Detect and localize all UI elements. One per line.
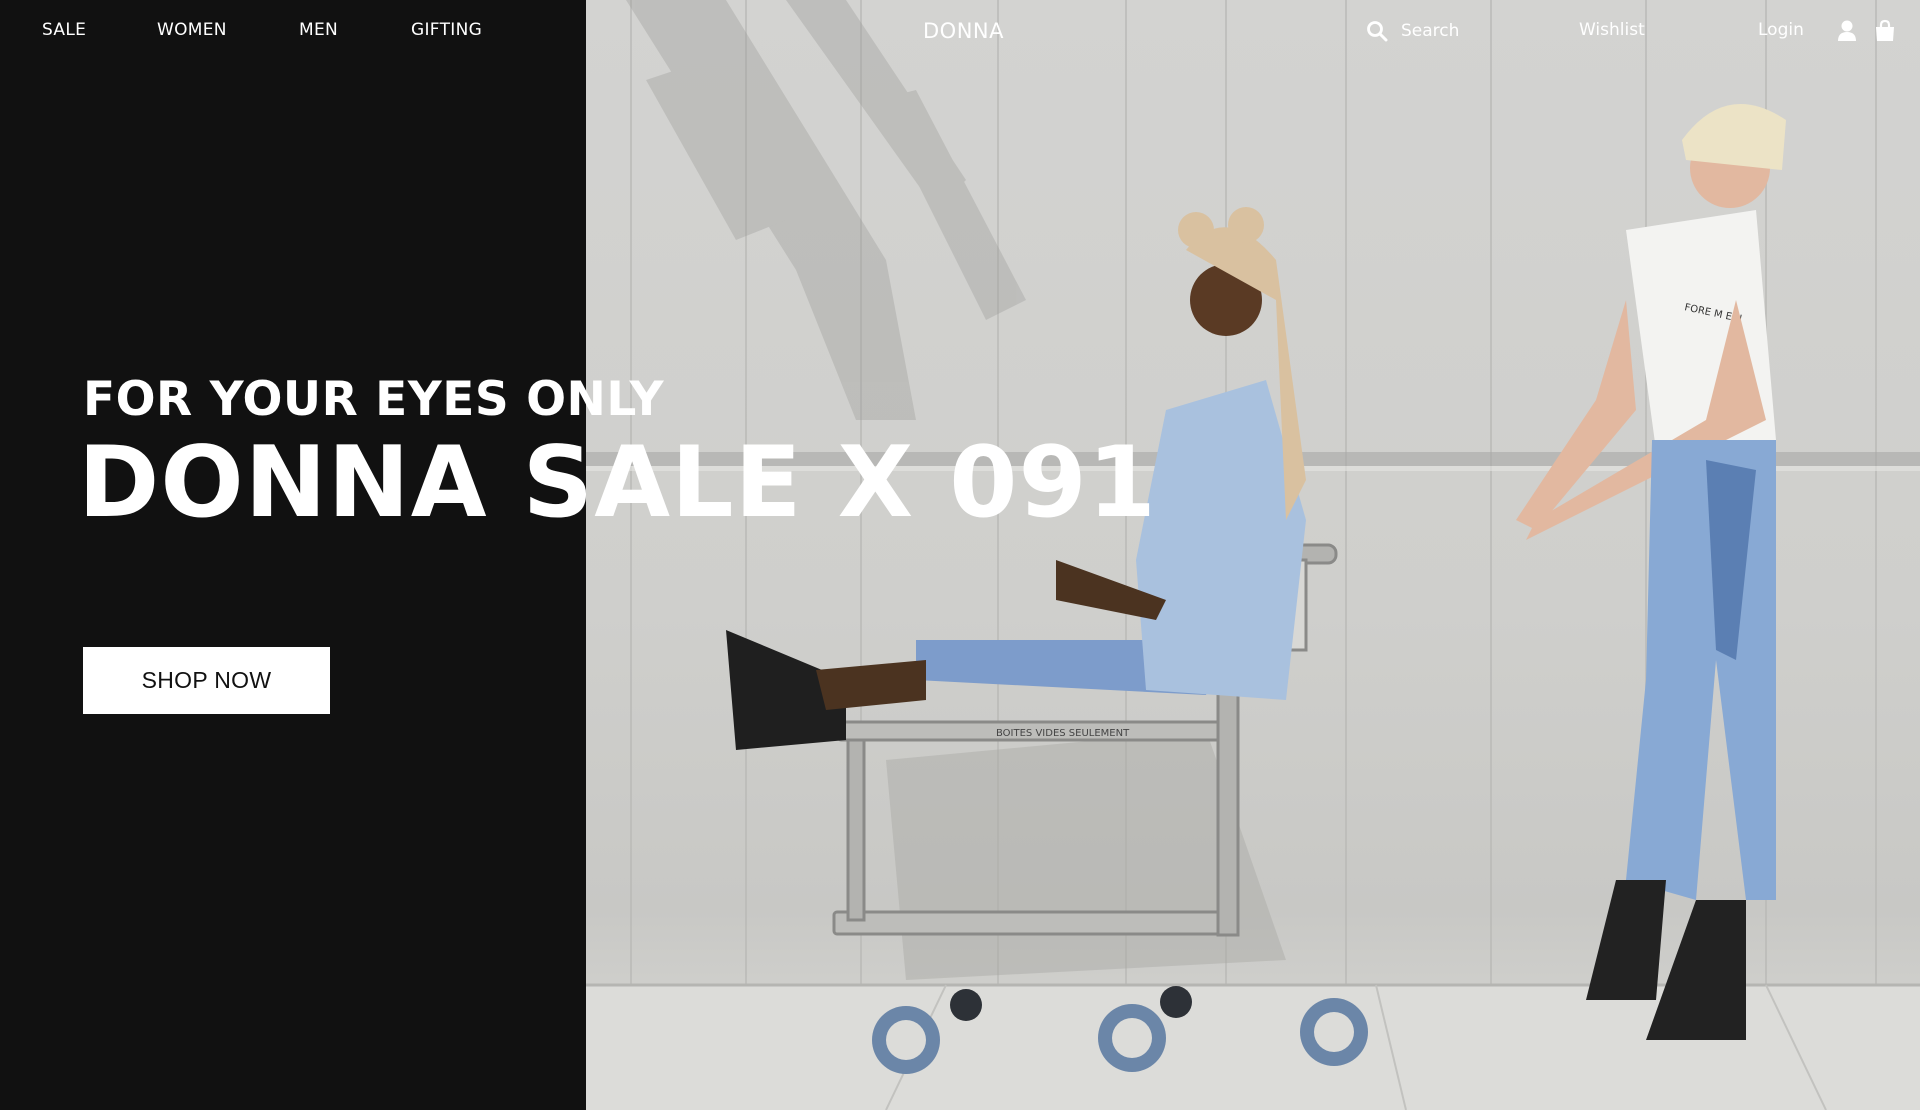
- shop-now-button[interactable]: SHOP NOW: [83, 647, 330, 714]
- cart-label-text: BOITES VIDES SEULEMENT: [996, 728, 1130, 739]
- shopping-bag-icon[interactable]: [1874, 19, 1896, 43]
- search-input[interactable]: [1401, 21, 1521, 41]
- login-link[interactable]: Login: [1758, 20, 1804, 40]
- nav-gifting[interactable]: GIFTING: [411, 20, 482, 40]
- search-icon[interactable]: [1366, 20, 1388, 42]
- nav-sale[interactable]: SALE: [42, 20, 86, 40]
- brand-logo[interactable]: DONNA: [923, 19, 1004, 43]
- hero-photo-illustration: BOITES VIDES SEULEMENT FORE M EUI: [586, 0, 1920, 1110]
- wishlist-link[interactable]: Wishlist: [1579, 20, 1645, 40]
- hero-title: DONNA SALE X 091: [78, 426, 1157, 540]
- nav-women[interactable]: WOMEN: [157, 20, 227, 40]
- left-dark-panel: [0, 0, 586, 1110]
- page: BOITES VIDES SEULEMENT FORE M EUI SALE W…: [0, 0, 1920, 1110]
- hero-image: BOITES VIDES SEULEMENT FORE M EUI: [586, 0, 1920, 1110]
- nav-men[interactable]: MEN: [299, 20, 338, 40]
- user-icon[interactable]: [1836, 19, 1858, 43]
- hero-kicker: FOR YOUR EYES ONLY: [83, 372, 665, 427]
- top-navigation: SALE WOMEN MEN GIFTING DONNA Wishlist Lo…: [0, 0, 1920, 62]
- search-box[interactable]: [1366, 17, 1521, 45]
